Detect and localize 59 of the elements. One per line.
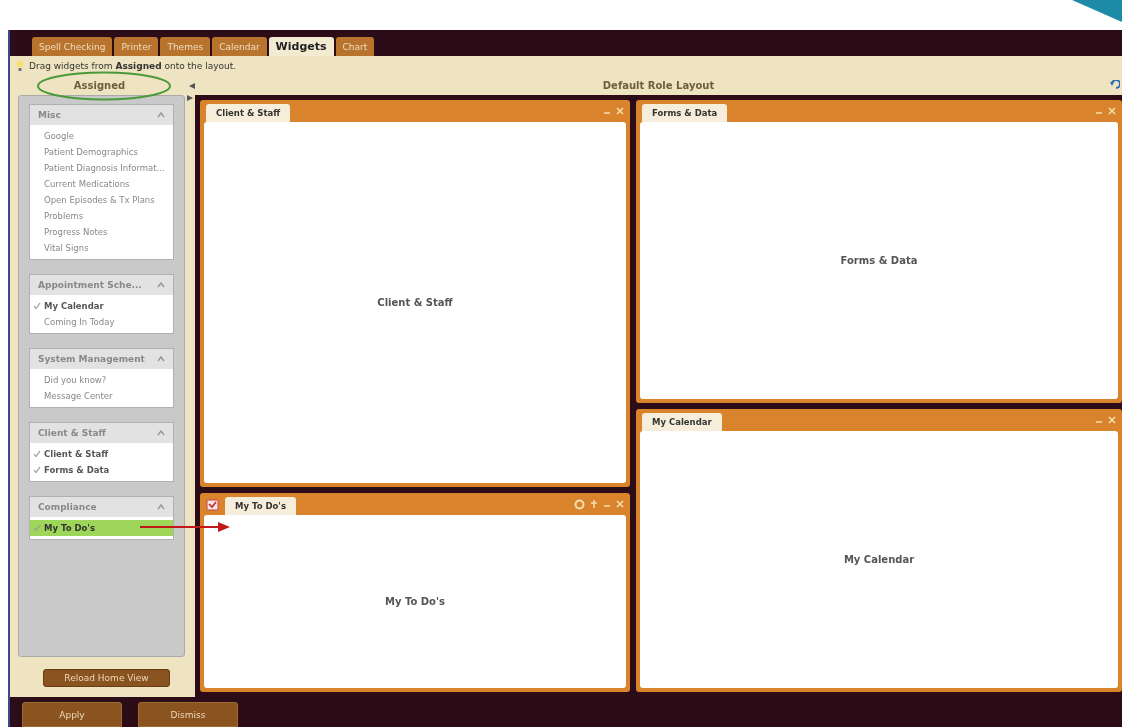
refresh-icon[interactable] [574, 498, 585, 510]
group-title: Client & Staff [38, 428, 106, 438]
group-title: Misc [38, 110, 61, 120]
tab[interactable]: Widgets [268, 37, 334, 56]
tab[interactable]: Spell Checking [32, 37, 113, 56]
tab[interactable]: Themes [160, 37, 211, 56]
widget-placeholder-text: My Calendar [843, 553, 915, 565]
close-icon[interactable] [1108, 415, 1116, 424]
widget-item[interactable]: Patient Diagnosis Informat... [30, 160, 173, 176]
widget-item[interactable]: My Calendar [30, 298, 173, 314]
widget-item[interactable]: Patient Demographics [30, 144, 173, 160]
tab[interactable]: Printer [114, 37, 159, 56]
widget-item[interactable]: Current Medications [30, 176, 173, 192]
widget-item[interactable]: Open Episodes & Tx Plans [30, 192, 173, 208]
corner-triangle-icon [1072, 0, 1122, 22]
widget-item[interactable]: Client & Staff [30, 446, 173, 462]
check-icon [33, 302, 41, 310]
expand-right-icon[interactable] [187, 95, 193, 101]
collapse-up-icon[interactable] [157, 282, 165, 288]
widget-tab[interactable]: Client & Staff [206, 104, 291, 122]
widget-tab[interactable]: My Calendar [642, 412, 722, 431]
assigned-header: Assigned [73, 79, 126, 93]
tab[interactable]: Calendar [212, 37, 267, 56]
hint-text: Drag widgets from Assigned onto the layout. [29, 61, 237, 71]
footer-button[interactable]: Apply [22, 702, 122, 727]
close-icon[interactable] [616, 500, 624, 509]
collapse-up-icon[interactable] [157, 504, 165, 510]
collapse-up-icon[interactable] [157, 430, 165, 436]
lightbulb-icon [16, 60, 24, 72]
widget-placeholder-text: Forms & Data [840, 254, 918, 266]
tab[interactable]: Chart [335, 37, 375, 56]
pin-icon[interactable] [590, 500, 598, 509]
widget-item[interactable]: Progress Notes [30, 224, 173, 240]
footer-button[interactable]: Dismiss [138, 702, 238, 727]
widget-item[interactable]: Problems [30, 208, 173, 224]
layout-title: Default Role Layout [602, 79, 715, 93]
widget-item[interactable]: Vital Signs [30, 240, 173, 256]
collapse-left-icon[interactable] [189, 82, 195, 89]
reload-home-view-button[interactable]: Reload Home View [43, 669, 170, 687]
widget-item[interactable]: Coming In Today [30, 314, 173, 330]
group-title: System Management [38, 354, 145, 364]
widget-item[interactable]: Message Center [30, 388, 173, 404]
widget-item[interactable]: Google [30, 128, 173, 144]
check-icon [33, 524, 41, 532]
widget-tab[interactable]: My To Do's [225, 497, 296, 516]
widget-item[interactable]: My To Do's [30, 520, 173, 536]
undo-icon[interactable] [1110, 80, 1120, 89]
widget-item[interactable]: Did you know? [30, 372, 173, 388]
widget-placeholder-text: My To Do's [385, 596, 445, 608]
widget-placeholder-text: Client & Staff [377, 297, 453, 309]
collapse-up-icon[interactable] [157, 356, 165, 362]
group-title: Appointment Sche... [38, 280, 142, 290]
widget-tab[interactable]: Forms & Data [642, 104, 728, 122]
group-title: Compliance [38, 502, 97, 512]
close-icon[interactable] [1108, 107, 1116, 115]
widget-item[interactable]: Forms & Data [30, 462, 173, 478]
collapse-up-icon[interactable] [157, 112, 165, 118]
close-icon[interactable] [616, 107, 624, 115]
checklist-icon [206, 497, 219, 511]
